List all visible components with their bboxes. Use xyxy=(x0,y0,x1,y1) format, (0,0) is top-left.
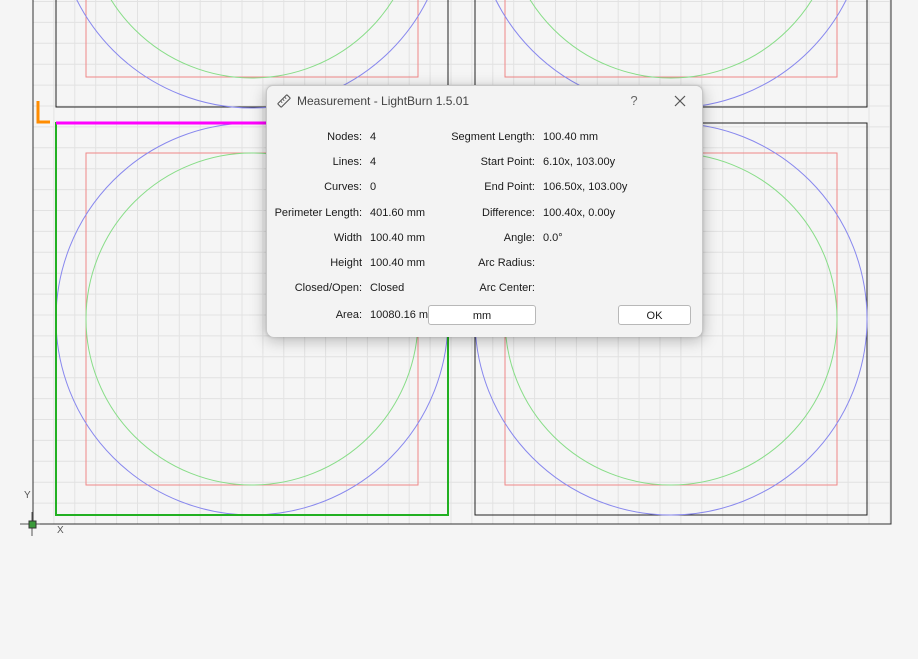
angle-label: Angle: xyxy=(503,232,535,244)
closed-open-value: Closed xyxy=(370,282,405,294)
close-icon[interactable] xyxy=(669,90,691,112)
start-point-value: 6.10x, 103.00y xyxy=(543,156,616,168)
difference-value: 100.40x, 0.00y xyxy=(543,207,616,219)
dialog-title: Measurement - LightBurn 1.5.01 xyxy=(297,94,470,108)
lines-label: Lines: xyxy=(332,156,362,168)
angle-value: 0.0° xyxy=(543,232,563,244)
axis-y-label: Y xyxy=(24,490,31,501)
start-point-label: Start Point: xyxy=(480,156,535,168)
segment-length-label: Segment Length: xyxy=(451,131,535,143)
measurement-dialog: Measurement - LightBurn 1.5.01 ? Nodes: … xyxy=(266,85,703,337)
dialog-titlebar[interactable]: Measurement - LightBurn 1.5.01 ? xyxy=(267,86,702,116)
width-value: 100.40 mm xyxy=(370,232,426,244)
unit-button[interactable]: mm xyxy=(428,305,536,325)
nodes-value: 4 xyxy=(370,131,377,143)
arc-radius-label: Arc Radius: xyxy=(478,257,535,269)
height-label: Height xyxy=(330,257,362,269)
axis-x-label: X xyxy=(57,525,64,536)
lines-value: 4 xyxy=(370,156,377,168)
nodes-label: Nodes: xyxy=(327,131,362,143)
segment-length-value: 100.40 mm xyxy=(543,131,599,143)
shape-red-square-top-right[interactable] xyxy=(504,0,838,78)
perimeter-length-label: Perimeter Length: xyxy=(274,207,362,219)
height-value: 100.40 mm xyxy=(370,257,426,269)
dialog-body: Nodes: 4 Lines: 4 Curves: 0 Perimeter Le… xyxy=(267,116,702,337)
difference-label: Difference: xyxy=(482,207,535,219)
shape-red-square-top-left[interactable] xyxy=(85,0,419,78)
origin-icon xyxy=(28,520,37,529)
end-point-label: End Point: xyxy=(484,181,535,193)
perimeter-length-value: 401.60 mm xyxy=(370,207,426,219)
width-label: Width xyxy=(333,232,362,244)
end-point-value: 106.50x, 103.00y xyxy=(543,181,628,193)
area-label: Area: xyxy=(335,309,362,321)
curves-label: Curves: xyxy=(324,181,362,193)
curves-value: 0 xyxy=(370,181,377,193)
ok-button[interactable]: OK xyxy=(618,305,691,325)
ruler-icon xyxy=(277,94,291,108)
shape-green-circle-top-left[interactable] xyxy=(86,0,418,79)
shape-green-circle-top-right[interactable] xyxy=(505,0,837,79)
arc-center-label: Arc Center: xyxy=(479,282,535,294)
closed-open-label: Closed/Open: xyxy=(294,282,362,294)
start-point-marker xyxy=(36,101,50,124)
help-button[interactable]: ? xyxy=(623,90,645,112)
